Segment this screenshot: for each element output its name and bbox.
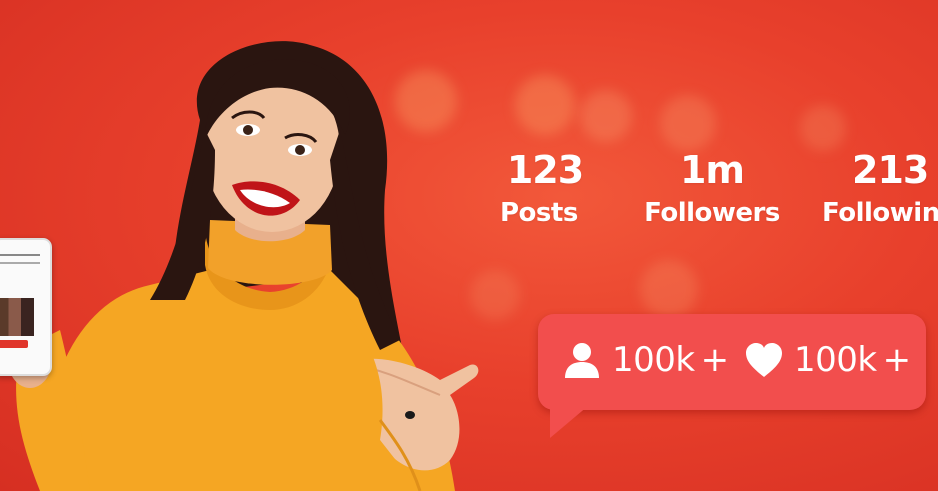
notification-badge: 100k + 100k +	[538, 314, 926, 438]
stat-following: 213 Followin	[822, 148, 938, 228]
stat-value: 123	[506, 148, 584, 192]
bokeh-light	[515, 75, 575, 135]
likes-value: 100k	[794, 340, 877, 380]
stat-followers: 1m Followers	[637, 148, 787, 228]
phone-follow-button	[0, 340, 28, 348]
stat-posts: 123 Posts	[500, 148, 590, 228]
plus-sign: +	[700, 340, 730, 380]
smartphone	[0, 238, 52, 376]
bokeh-light	[640, 260, 698, 318]
followers-value: 100k	[612, 340, 695, 380]
heart-icon	[746, 343, 782, 377]
phone-screen-header	[0, 254, 40, 256]
stat-label: Posts	[500, 198, 578, 228]
stat-label: Followers	[644, 198, 780, 228]
bokeh-light	[580, 90, 632, 142]
phone-photo-grid	[0, 298, 34, 336]
stat-value: 1m	[679, 148, 745, 192]
followers-count: 100k +	[562, 340, 729, 380]
plus-sign: +	[882, 340, 912, 380]
user-icon	[565, 343, 599, 378]
stat-label: Followin	[822, 198, 938, 228]
likes-count: 100k +	[744, 340, 911, 380]
bokeh-light	[660, 95, 716, 151]
woman-photo	[8, 41, 479, 491]
phone-screen-row	[0, 262, 40, 264]
stat-value: 213	[852, 148, 929, 192]
badge-tail	[550, 406, 588, 438]
bokeh-light	[800, 105, 846, 151]
